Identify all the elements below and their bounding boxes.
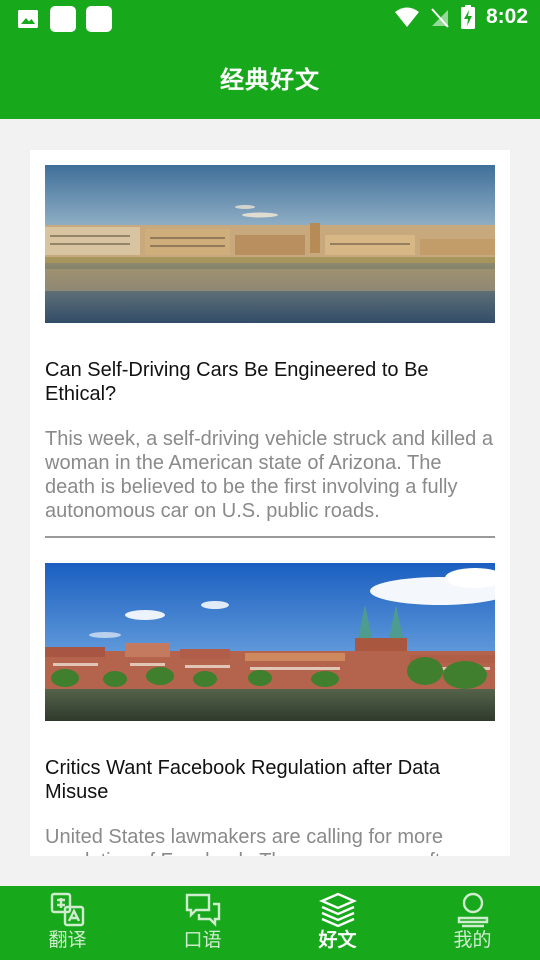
nav-item-translate[interactable]: 翻译 <box>0 886 135 960</box>
article-summary: This week, a self-driving vehicle struck… <box>45 428 493 522</box>
article-list[interactable]: Can Self-Driving Cars Be Engineered to B… <box>30 150 510 856</box>
article-title[interactable]: Critics Want Facebook Regulation after D… <box>45 756 495 804</box>
article-title[interactable]: Can Self-Driving Cars Be Engineered to B… <box>45 358 495 406</box>
battery-charging-icon <box>460 5 475 29</box>
person-icon <box>457 892 488 928</box>
status-time: 8:02 <box>485 5 528 28</box>
nav-label: 好文 <box>318 930 357 951</box>
page-title: 经典好文 <box>220 67 320 94</box>
article-image-city-churches[interactable] <box>45 563 495 721</box>
chat-bubbles-icon <box>185 893 220 927</box>
article-summary: United States lawmakers are calling for … <box>45 826 458 856</box>
nav-label: 我的 <box>453 930 492 951</box>
bottom-nav: 翻译 口语 好文 我的 <box>0 886 540 960</box>
status-bar: 8:02 <box>0 0 540 36</box>
wifi-icon <box>394 7 419 27</box>
article-item[interactable]: Can Self-Driving Cars Be Engineered to B… <box>45 165 495 523</box>
nav-label: 翻译 <box>48 930 87 951</box>
article-item[interactable]: Critics Want Facebook Regulation after D… <box>45 563 495 856</box>
app-bar: 经典好文 <box>0 36 540 119</box>
app-notification-icon <box>86 6 112 32</box>
article-divider <box>45 536 495 538</box>
nav-item-profile[interactable]: 我的 <box>405 886 540 960</box>
app-notification-icon <box>50 6 76 32</box>
nav-label: 口语 <box>183 930 222 951</box>
nav-item-speaking[interactable]: 口语 <box>135 886 270 960</box>
stacked-books-icon <box>318 892 357 928</box>
translate-icon <box>50 892 84 927</box>
article-image-riverside-city[interactable] <box>45 165 495 323</box>
notification-icons <box>16 6 112 32</box>
no-signal-icon <box>431 8 449 28</box>
image-notification-icon <box>18 10 38 28</box>
nav-item-articles[interactable]: 好文 <box>270 886 405 960</box>
